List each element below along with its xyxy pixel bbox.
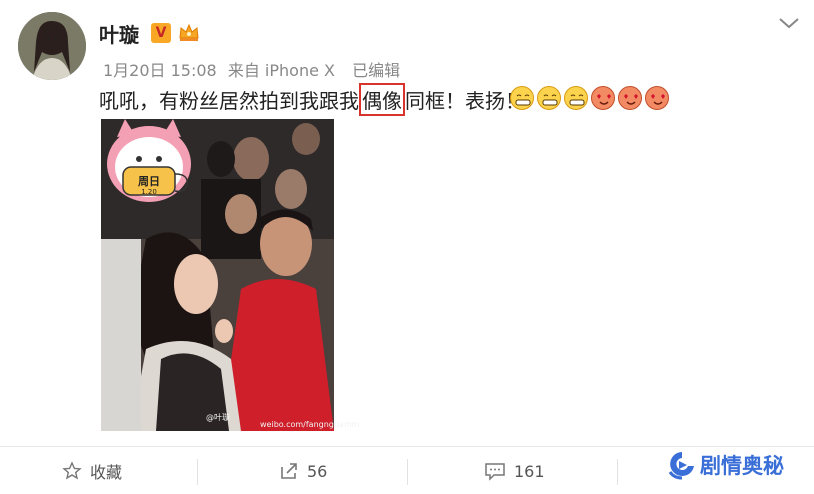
comment-count: 161 [514, 461, 545, 481]
post-date[interactable]: 1月20日 15:08 [103, 61, 217, 80]
edited-label[interactable]: 已编辑 [352, 61, 400, 80]
sticker-text: 周日 [138, 175, 160, 188]
post-photo[interactable]: 周日 1.20 [101, 119, 334, 431]
username[interactable]: 叶璇 [99, 19, 139, 48]
photo-watermark: @叶璇 [206, 413, 230, 422]
repost-button[interactable]: 56 [279, 447, 327, 494]
post-source: 来自 iPhone X [227, 61, 335, 80]
heart-eyes-emoji-icon [645, 86, 669, 110]
sticker-date: 1.20 [141, 188, 157, 196]
brand-watermark: 剧情奥秘 [668, 446, 784, 484]
divider [197, 459, 198, 485]
grin-emoji-icon [510, 86, 534, 110]
photo-watermark-url: weibo.com/fangnguamm [260, 420, 360, 429]
highlighted-word: 偶像 [359, 82, 405, 116]
grin-emoji-icon [564, 86, 588, 110]
star-icon [62, 461, 82, 480]
grin-emoji-icon [537, 86, 561, 110]
post-text-after: 同框！表扬！ [405, 88, 525, 113]
favorite-label: 收藏 [90, 463, 123, 482]
divider [407, 459, 408, 485]
repost-count: 56 [307, 461, 328, 481]
heart-eyes-emoji-icon [618, 86, 642, 110]
divider [617, 459, 618, 485]
brand-logo-icon [668, 452, 694, 480]
emoji-row [510, 86, 669, 110]
comment-button[interactable]: 161 [484, 447, 545, 494]
repost-icon [281, 463, 297, 479]
comment-icon [485, 463, 505, 481]
chevron-down-icon[interactable] [778, 16, 800, 30]
weibo-post-card: 叶璇 V 1月20日 15:08 来自 iPhone X 已编辑 吼吼，有粉丝居… [0, 0, 814, 494]
heart-eyes-emoji-icon [591, 86, 615, 110]
avatar[interactable] [18, 12, 86, 80]
post-text-before: 吼吼，有粉丝居然拍到我跟我 [99, 88, 359, 113]
brand-name: 剧情奥秘 [700, 454, 784, 478]
verified-badge-icon: V [151, 23, 171, 43]
post-meta: 1月20日 15:08 来自 iPhone X 已编辑 [103, 57, 406, 81]
crown-icon [179, 23, 199, 41]
post-text: 吼吼，有粉丝居然拍到我跟我 偶像 同框！表扬！ [99, 82, 525, 116]
favorite-button[interactable]: 收藏 [62, 447, 122, 494]
